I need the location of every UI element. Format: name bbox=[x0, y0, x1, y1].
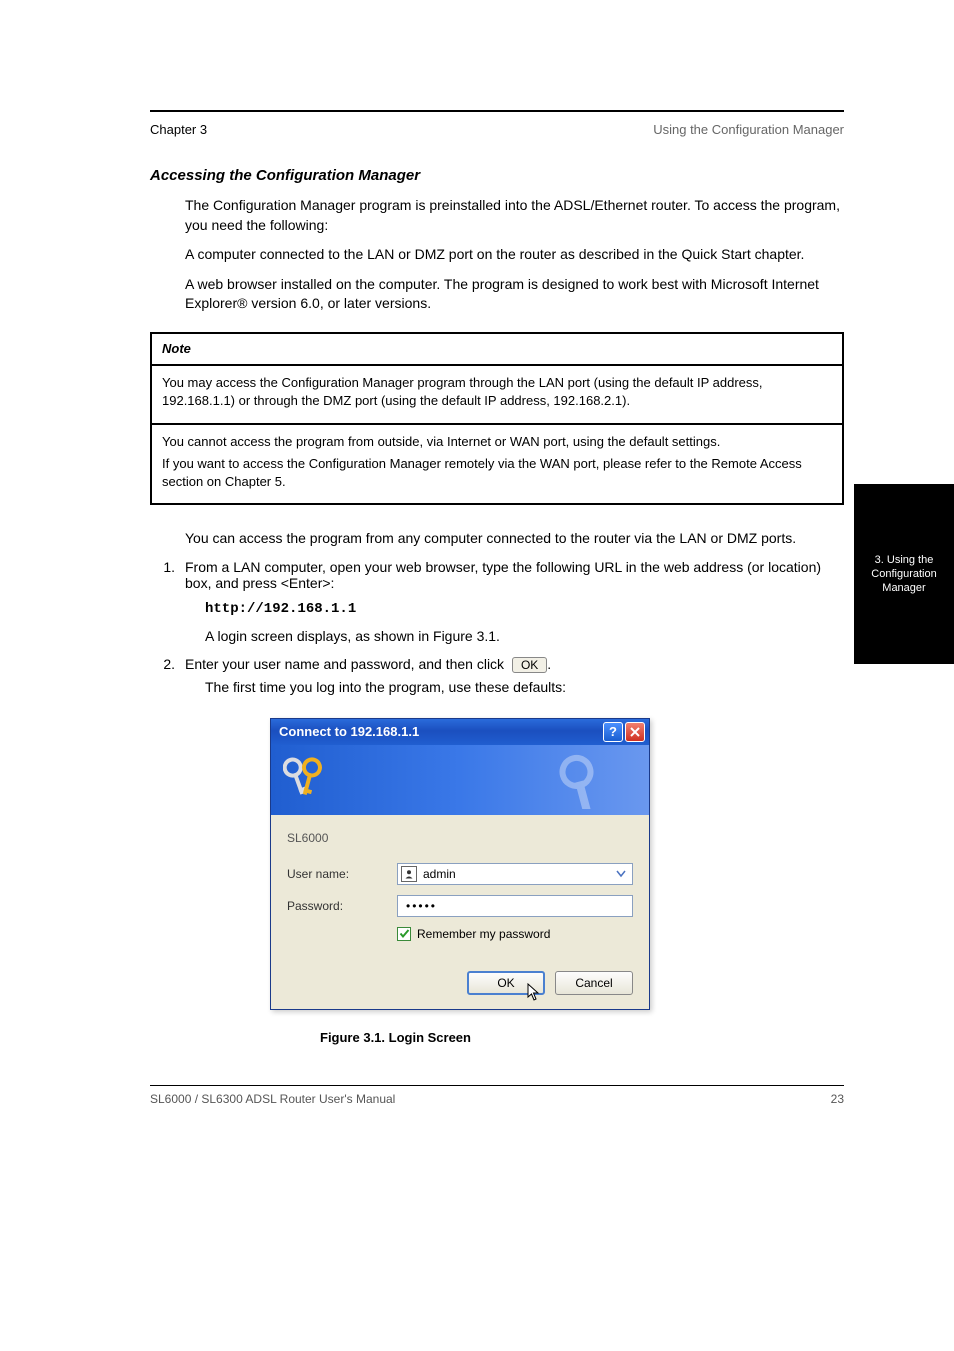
close-icon[interactable] bbox=[625, 722, 645, 742]
intro-paragraph: The Configuration Manager program is pre… bbox=[185, 196, 844, 235]
help-icon[interactable]: ? bbox=[603, 722, 623, 742]
footer-page-number: 23 bbox=[831, 1092, 844, 1106]
login-dialog: Connect to 192.168.1.1 ? bbox=[270, 718, 650, 1010]
chapter-number: Chapter 3 bbox=[150, 122, 207, 137]
bullet-requirement: A web browser installed on the computer.… bbox=[185, 275, 844, 314]
figure-caption: Figure 3.1. Login Screen bbox=[320, 1030, 844, 1045]
username-input[interactable] bbox=[421, 866, 613, 882]
url-example: http://192.168.1.1 bbox=[205, 601, 844, 617]
dialog-titlebar: Connect to 192.168.1.1 ? bbox=[271, 719, 649, 745]
footer-manual-title: SL6000 / SL6300 ADSL Router User's Manua… bbox=[150, 1092, 395, 1106]
step-number: 2. bbox=[150, 656, 185, 672]
step-body: From a LAN computer, open your web brows… bbox=[185, 559, 844, 591]
chevron-down-icon[interactable] bbox=[613, 865, 629, 883]
login-dialog-figure: Connect to 192.168.1.1 ? bbox=[270, 718, 844, 1010]
section-title: Accessing the Configuration Manager bbox=[150, 167, 844, 184]
note-title: Note bbox=[152, 334, 842, 366]
page-footer: SL6000 / SL6300 ADSL Router User's Manua… bbox=[150, 1085, 844, 1106]
first-time-note: The first time you log into the program,… bbox=[205, 678, 844, 698]
auth-realm: SL6000 bbox=[287, 831, 633, 845]
note-paragraph: You may access the Configuration Manager… bbox=[162, 374, 832, 410]
chapter-subtitle: Using the Configuration Manager bbox=[653, 122, 844, 137]
keys-icon bbox=[283, 752, 327, 807]
username-field[interactable] bbox=[397, 863, 633, 885]
step-note: A login screen displays, as shown in Fig… bbox=[205, 627, 844, 647]
ok-button[interactable]: OK bbox=[467, 971, 545, 995]
bullet-requirement: A computer connected to the LAN or DMZ p… bbox=[185, 245, 844, 265]
steps-intro: You can access the program from any comp… bbox=[185, 529, 844, 549]
note-paragraph: You cannot access the program from outsi… bbox=[162, 433, 832, 451]
username-label: User name: bbox=[287, 867, 397, 881]
cancel-button[interactable]: Cancel bbox=[555, 971, 633, 995]
dialog-title: Connect to 192.168.1.1 bbox=[279, 724, 601, 739]
password-label: Password: bbox=[287, 899, 397, 913]
keys-icon bbox=[549, 751, 629, 809]
user-icon bbox=[401, 866, 417, 882]
page-header: Chapter 3 Using the Configuration Manage… bbox=[150, 122, 844, 137]
remember-password-label: Remember my password bbox=[417, 927, 550, 941]
remember-password-checkbox[interactable] bbox=[397, 927, 411, 941]
step-body: Enter your user name and password, and t… bbox=[185, 656, 844, 672]
step-number: 1. bbox=[150, 559, 185, 591]
dialog-banner bbox=[271, 745, 649, 815]
inline-button-ref: OK bbox=[512, 657, 547, 673]
chapter-side-tab: 3. Using the Configuration Manager bbox=[854, 484, 954, 664]
note-paragraph: If you want to access the Configuration … bbox=[162, 455, 832, 491]
password-input[interactable] bbox=[404, 898, 626, 914]
password-field[interactable] bbox=[397, 895, 633, 917]
note-box: Note You may access the Configuration Ma… bbox=[150, 332, 844, 505]
